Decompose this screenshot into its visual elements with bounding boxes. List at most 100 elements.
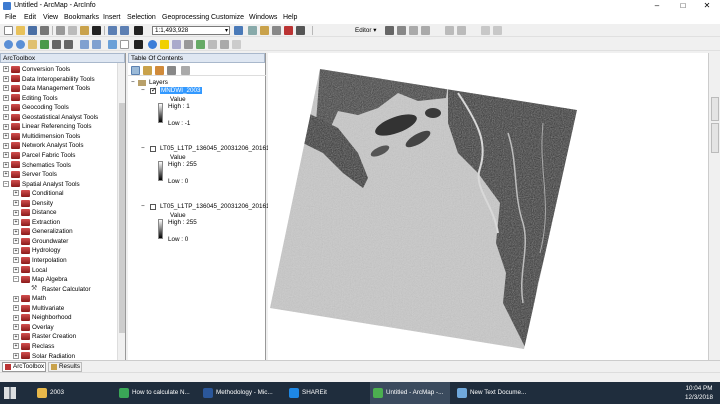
add-data-icon[interactable] (134, 26, 143, 35)
toolbox-item[interactable]: + Multivariate (13, 304, 64, 313)
catalog-dock-tab[interactable] (711, 97, 719, 121)
viewer-icon[interactable] (232, 40, 241, 49)
expand-toggle-icon[interactable]: + (13, 219, 19, 226)
satellite-raster[interactable] (268, 53, 708, 360)
expand-toggle-icon[interactable]: + (3, 114, 9, 121)
menu-file[interactable]: File (5, 14, 16, 21)
toolbox-item[interactable]: + Conversion Tools (3, 65, 70, 74)
toolbox-item[interactable]: + Geostatistical Analyst Tools (3, 113, 98, 122)
menu-insert[interactable]: Insert (103, 14, 121, 21)
expand-toggle-icon[interactable]: + (13, 343, 19, 350)
copy-icon[interactable] (68, 26, 77, 35)
new-icon[interactable] (4, 26, 13, 35)
catalog-icon[interactable] (260, 26, 269, 35)
arctoolbox-icon[interactable] (284, 26, 293, 35)
open-icon[interactable] (16, 26, 25, 35)
toolbox-item[interactable]: + Network Analyst Tools (3, 141, 83, 150)
identify-icon[interactable] (148, 40, 157, 49)
list-by-visibility-icon[interactable] (155, 66, 164, 75)
start-button[interactable] (4, 387, 16, 399)
expand-toggle-icon[interactable]: + (13, 247, 19, 254)
expand-toggle-icon[interactable]: + (3, 75, 9, 82)
collapse-layers-icon[interactable]: − (131, 79, 135, 86)
clear-selection-icon[interactable] (120, 40, 129, 49)
back-icon[interactable] (80, 40, 89, 49)
taskbar-item[interactable]: New Text Docume... (454, 382, 536, 404)
attributes-icon[interactable] (481, 26, 490, 35)
expand-toggle-icon[interactable]: + (13, 314, 19, 321)
redo-icon[interactable] (120, 26, 129, 35)
taskbar-item[interactable]: SHAREit (286, 382, 366, 404)
measure-icon[interactable] (184, 40, 193, 49)
toolbox-item[interactable]: + Distance (13, 208, 57, 217)
taskbar-item[interactable]: Untitled - ArcMap -... (370, 382, 450, 404)
expand-toggle-icon[interactable]: + (13, 209, 19, 216)
edit-tool-icon[interactable] (385, 26, 394, 35)
sketch-properties-icon[interactable] (493, 26, 502, 35)
toolbox-item[interactable]: − Map Algebra (13, 275, 67, 284)
list-by-selection-icon[interactable] (167, 66, 176, 75)
list-by-source-icon[interactable] (143, 66, 152, 75)
scrollbar-thumb[interactable] (119, 103, 125, 333)
delete-icon[interactable] (92, 26, 101, 35)
menu-windows[interactable]: Windows (249, 14, 277, 21)
menu-help[interactable]: Help (283, 14, 297, 21)
expand-toggle-icon[interactable]: + (13, 324, 19, 331)
menu-customize[interactable]: Customize (211, 14, 244, 21)
expand-toggle-icon[interactable]: + (3, 94, 9, 101)
menu-edit[interactable]: Edit (24, 14, 36, 21)
expand-toggle-icon[interactable]: + (3, 85, 9, 92)
pan-icon[interactable] (28, 40, 37, 49)
expand-toggle-icon[interactable]: + (3, 66, 9, 73)
options-icon[interactable] (181, 66, 190, 75)
list-by-drawing-order-icon[interactable] (131, 66, 140, 75)
layer-visibility-checkbox[interactable] (150, 204, 156, 210)
menu-geoprocessing[interactable]: Geoprocessing (162, 14, 209, 21)
expand-toggle-icon[interactable]: + (13, 266, 19, 273)
toolbox-item[interactable]: + Multidimension Tools (3, 132, 80, 141)
toolbox-item[interactable]: + Data Management Tools (3, 84, 90, 93)
layer-name[interactable]: LT05_L1TP_136045_20031206_2016120 (160, 203, 277, 210)
toolbox-item[interactable]: + Density (13, 199, 53, 208)
editor-toolbar-icon[interactable] (234, 26, 243, 35)
select-elements-icon[interactable] (134, 40, 143, 49)
find-icon[interactable] (196, 40, 205, 49)
taskbar-item[interactable]: Methodology - Mic... (200, 382, 282, 404)
full-extent-icon[interactable] (40, 40, 49, 49)
expand-toggle-icon[interactable]: + (3, 133, 9, 140)
scale-combo[interactable]: 1:1,493,928 ▾ (152, 26, 230, 35)
map-view[interactable] (268, 53, 708, 360)
toolbox-item[interactable]: + Groundwater (13, 237, 68, 246)
expand-toggle-icon[interactable]: + (13, 333, 19, 340)
minimize-button[interactable]: – (644, 0, 670, 12)
select-features-icon[interactable] (108, 40, 117, 49)
zoom-in-icon[interactable] (4, 40, 13, 49)
toolbox-item[interactable]: + Schematics Tools (3, 161, 71, 170)
toolbox-item[interactable]: + Linear Referencing Tools (3, 122, 92, 131)
print-icon[interactable] (40, 26, 49, 35)
collapse-layer-icon[interactable]: − (141, 87, 145, 94)
toolbox-item[interactable]: + Editing Tools (3, 94, 58, 103)
table-of-contents-icon[interactable] (248, 26, 257, 35)
menu-view[interactable]: View (43, 14, 58, 21)
search-icon[interactable] (272, 26, 281, 35)
expand-toggle-icon[interactable]: + (3, 142, 9, 149)
toolbox-item[interactable]: ⚒ Raster Calculator (23, 285, 91, 294)
taskbar-item[interactable]: 2003 (34, 382, 112, 404)
sketch-icon[interactable] (421, 26, 430, 35)
expand-toggle-icon[interactable]: + (3, 152, 9, 159)
layers-root[interactable]: Layers (149, 79, 168, 86)
chevron-down-icon[interactable]: ▾ (225, 27, 228, 35)
zoom-out-icon[interactable] (16, 40, 25, 49)
time-slider-icon[interactable] (220, 40, 229, 49)
expand-toggle-icon[interactable]: + (3, 123, 9, 130)
toolbox-item[interactable]: + Math (13, 294, 46, 303)
expand-toggle-icon[interactable]: + (13, 200, 19, 207)
toolbox-item[interactable]: + Geocoding Tools (3, 103, 69, 112)
straight-segment-icon[interactable] (409, 26, 418, 35)
cut-icon[interactable] (56, 26, 65, 35)
toolbox-item[interactable]: + Interpolation (13, 256, 67, 265)
toolbox-item[interactable]: + Overlay (13, 323, 54, 332)
expand-toggle-icon[interactable]: + (13, 352, 19, 359)
save-icon[interactable] (28, 26, 37, 35)
